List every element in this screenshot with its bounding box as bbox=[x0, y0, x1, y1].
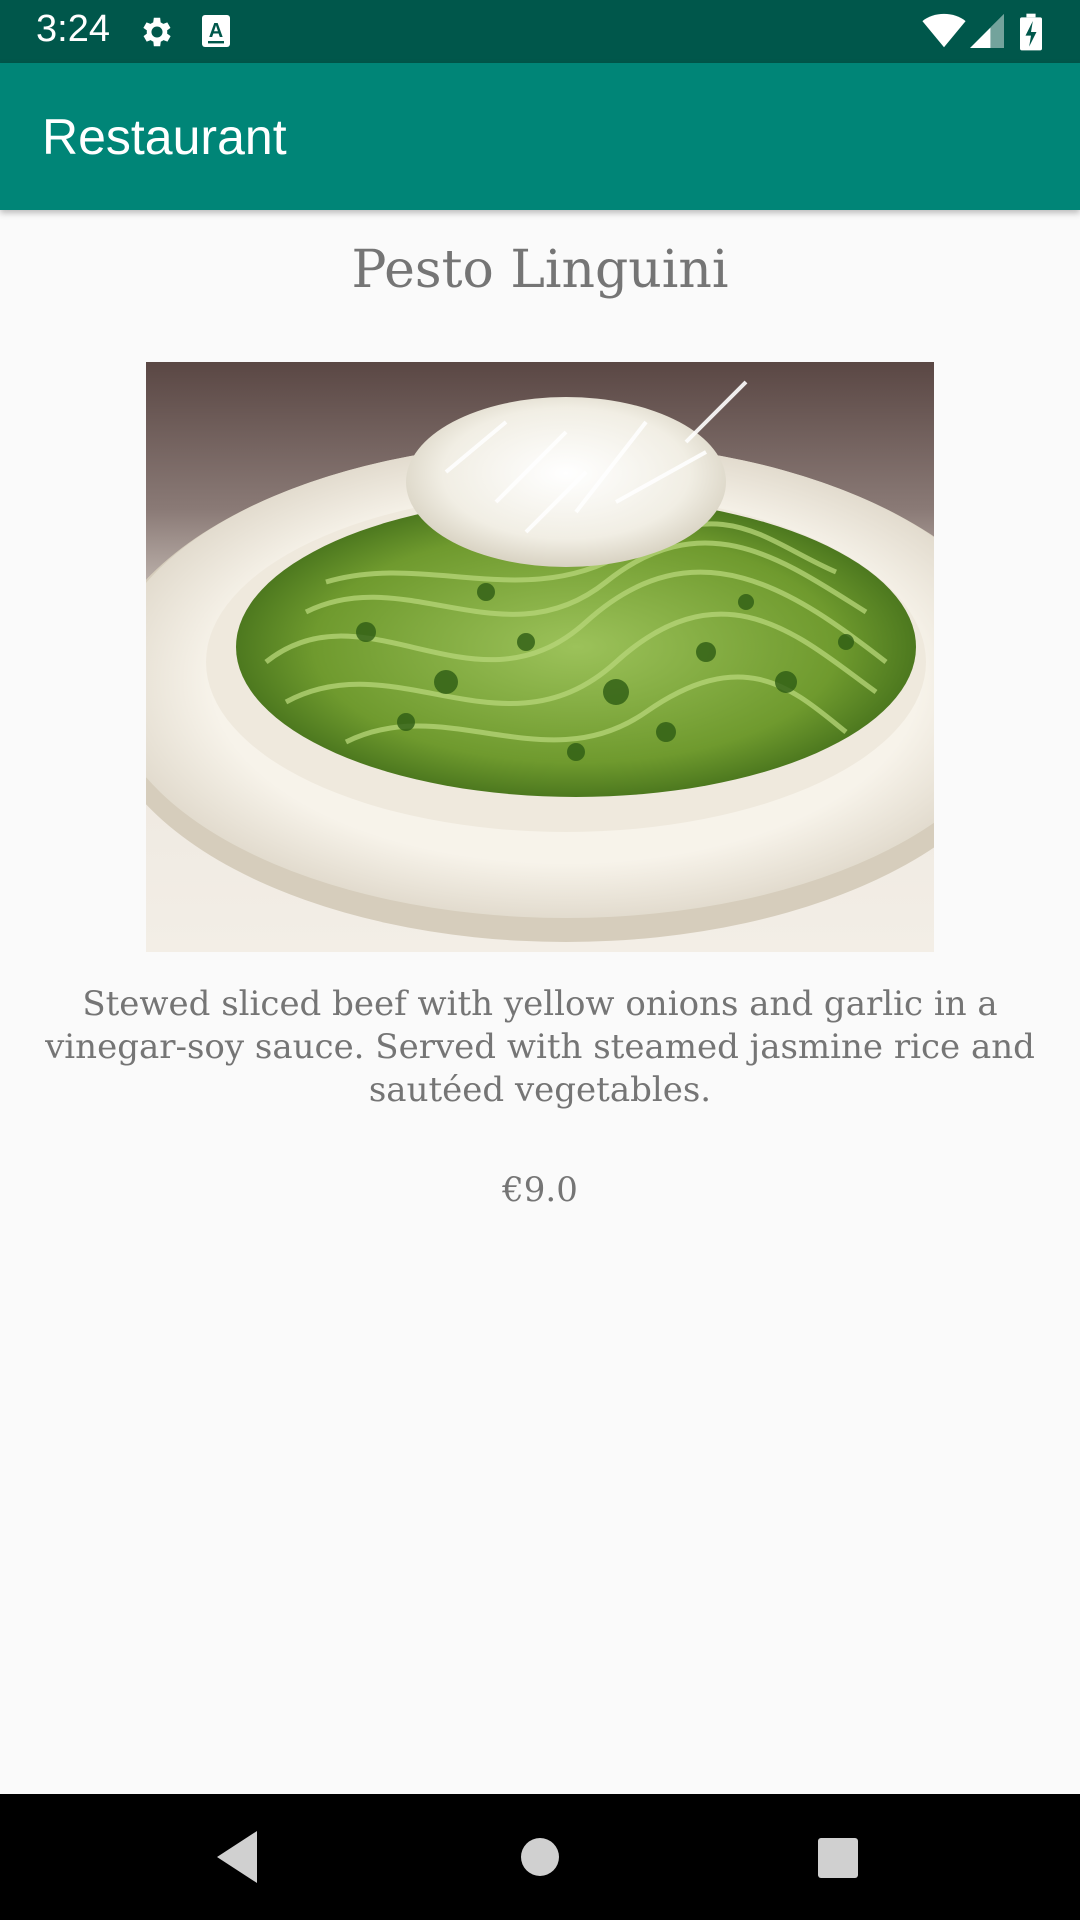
home-icon[interactable] bbox=[503, 1827, 577, 1887]
dish-image bbox=[146, 362, 934, 952]
recents-icon[interactable] bbox=[815, 1827, 861, 1887]
dish-name: Pesto Linguini bbox=[351, 240, 729, 300]
navigation-bar bbox=[0, 1794, 1080, 1920]
dish-description: Stewed sliced beef with yellow onions an… bbox=[45, 984, 1035, 1110]
back-icon[interactable] bbox=[213, 1827, 261, 1887]
wifi-icon bbox=[922, 13, 966, 48]
dish-price: €9.0 bbox=[502, 1170, 578, 1210]
app-title: Restaurant bbox=[42, 109, 287, 165]
app-bar: Restaurant bbox=[0, 63, 1080, 210]
svg-text:A: A bbox=[209, 20, 223, 42]
status-bar: 3:24 A bbox=[0, 0, 1080, 63]
keyboard-a-icon: A bbox=[202, 15, 230, 47]
status-time: 3:24 bbox=[36, 8, 110, 50]
gear-icon bbox=[143, 17, 171, 47]
signal-icon bbox=[970, 14, 1004, 48]
battery-charging-icon bbox=[1020, 13, 1042, 51]
